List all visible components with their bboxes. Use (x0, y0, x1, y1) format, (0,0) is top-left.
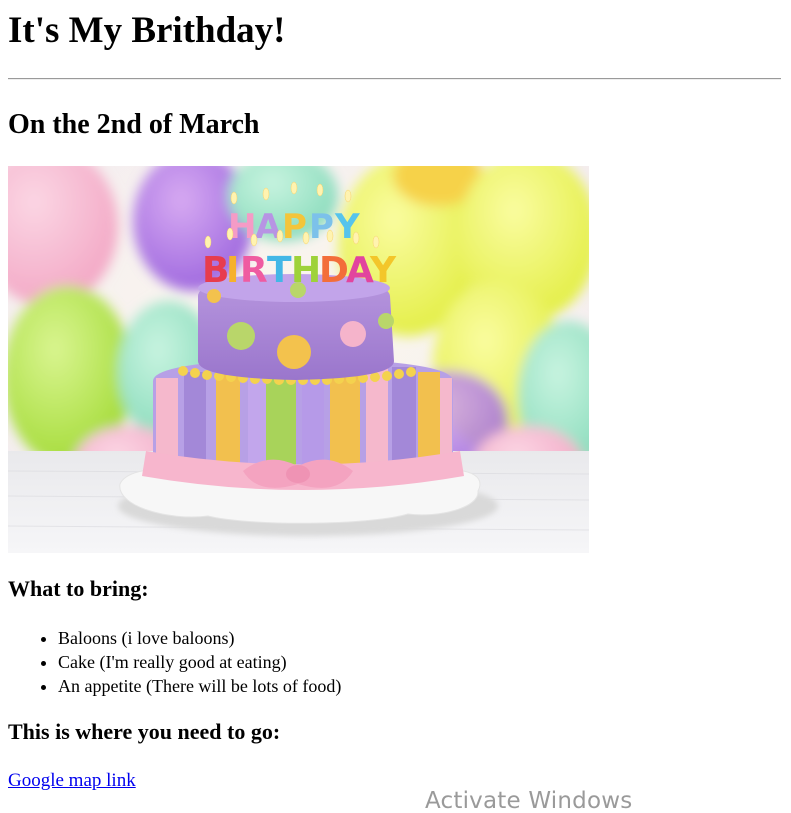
list-item: Cake (I'm really good at eating) (58, 650, 341, 674)
page-title: It's My Brithday! (8, 10, 286, 51)
date-heading: On the 2nd of March (8, 109, 260, 140)
list-item: Baloons (i love baloons) (58, 626, 341, 650)
bring-heading: What to bring: (8, 576, 149, 601)
list-item: An appetite (There will be lots of food) (58, 674, 341, 698)
bring-list: Baloons (i love baloons) Cake (I'm reall… (8, 626, 341, 698)
svg-text:I: I (226, 250, 239, 291)
directions-heading: This is where you need to go: (8, 719, 281, 744)
birthday-cake-image: B I R T H D A Y H A P P Y (8, 166, 589, 553)
svg-text:R: R (240, 250, 268, 291)
svg-text:Y: Y (369, 250, 397, 291)
google-map-link[interactable]: Google map link (8, 769, 136, 793)
svg-text:H: H (291, 250, 321, 291)
horizontal-divider (8, 78, 781, 80)
activate-windows-watermark: Activate Windows (425, 788, 633, 813)
svg-text:T: T (267, 250, 292, 291)
svg-text:D: D (319, 250, 349, 291)
